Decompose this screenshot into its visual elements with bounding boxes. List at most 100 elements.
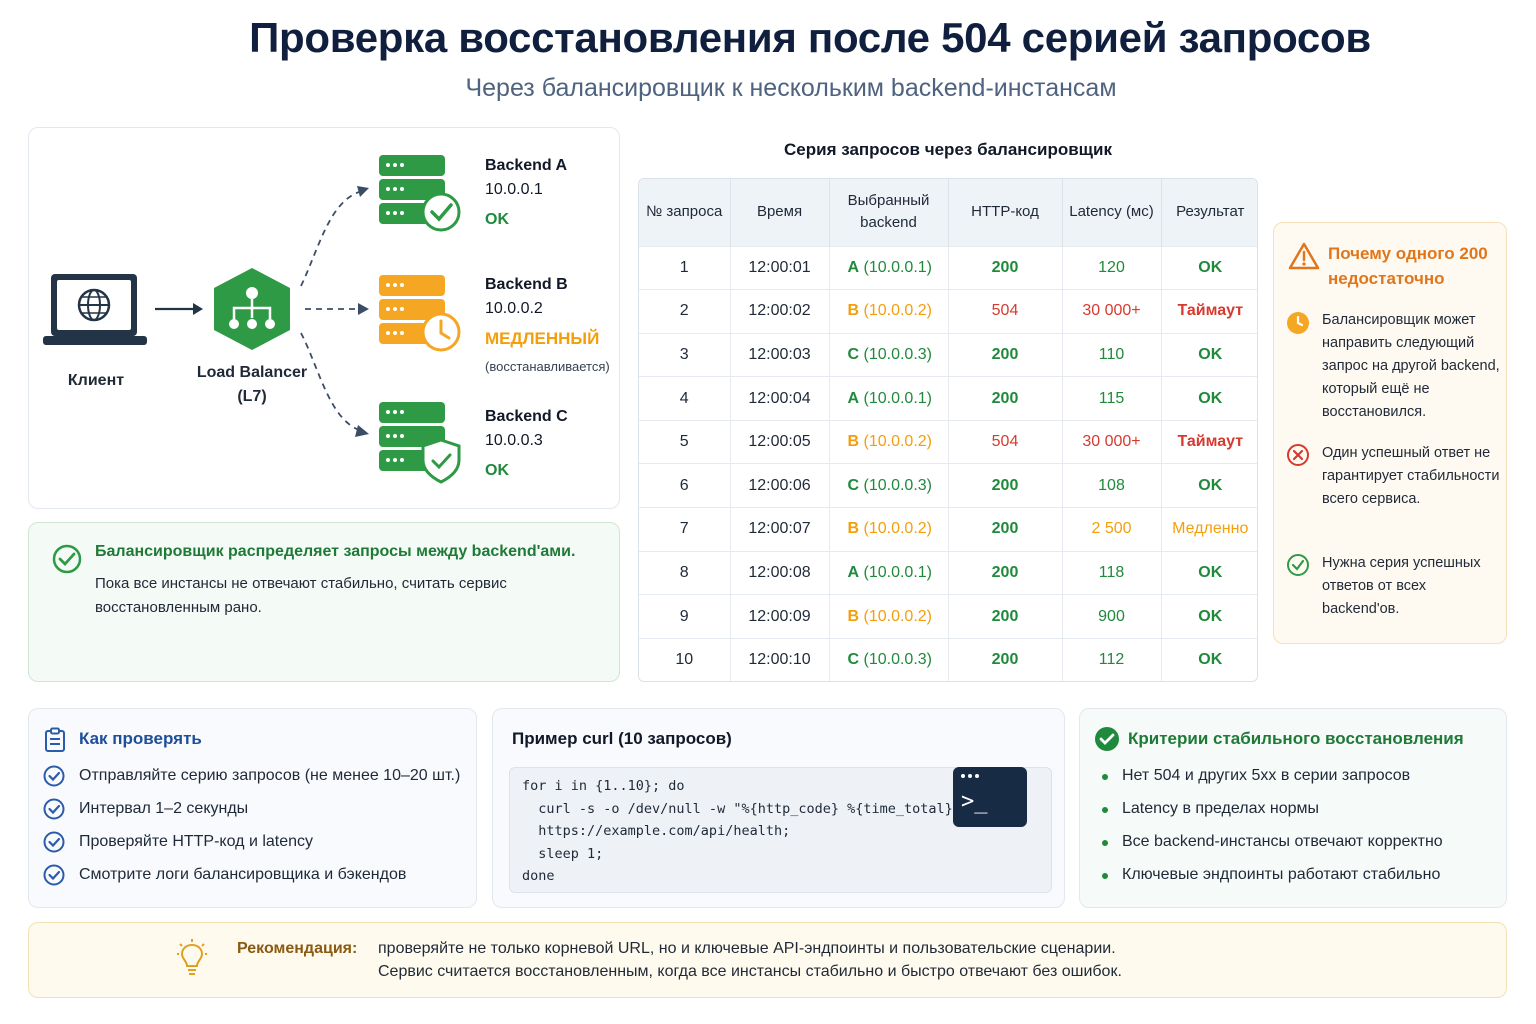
backend-cell: A (10.0.0.1) [829, 376, 949, 421]
how-item: Проверяйте HTTP-код и latency [79, 833, 314, 850]
latency-value: 118 [1062, 550, 1162, 595]
request-time: 12:00:03 [730, 332, 830, 377]
why-panel: Почему одного 200 недостаточно Балансиро… [1273, 222, 1507, 644]
table-row: 9 12:00:09 B (10.0.0.2) 200 900 OK [639, 594, 1257, 639]
check-circle-icon [1287, 554, 1309, 576]
backend-cell: B (10.0.0.2) [829, 289, 949, 334]
server-c-icon [379, 402, 461, 484]
backend-letter: A [847, 258, 860, 276]
recommendation-line-2: Сервис считается восстановленным, когда … [378, 963, 1122, 980]
backend-ip: (10.0.0.3) [863, 345, 932, 363]
check-circle-icon [43, 765, 65, 787]
criteria-card: Критерии стабильного восстановления Нет … [1079, 708, 1507, 908]
bullet-icon [1102, 807, 1108, 813]
code-line: curl -s -o /dev/null -w "%{http_code} %{… [522, 801, 986, 817]
request-number: 8 [639, 550, 731, 595]
why-item-2: Один успешный ответ не гарантирует стаби… [1322, 445, 1500, 507]
arrow-icon [155, 303, 203, 315]
latency-value: 30 000+ [1062, 419, 1162, 464]
lb-info-heading: Балансировщик распределяет запросы между… [95, 543, 576, 560]
terminal-icon: >_ [953, 767, 1027, 827]
clipboard-icon [45, 727, 65, 752]
code-line: sleep 1; [522, 846, 604, 862]
check-circle-icon [43, 831, 65, 853]
http-code: 504 [948, 419, 1063, 464]
column-header: Время [730, 179, 830, 246]
backend-c-ip: 10.0.0.3 [485, 432, 543, 449]
backend-letter: B [847, 607, 860, 625]
backend-ip: (10.0.0.2) [863, 302, 932, 320]
backend-b-name: Backend B [485, 276, 568, 293]
backend-letter: B [847, 520, 860, 538]
request-time: 12:00:04 [730, 376, 830, 421]
request-number: 3 [639, 332, 731, 377]
request-time: 12:00:07 [730, 507, 830, 552]
table-title: Серия запросов через балансировщик [784, 140, 1112, 159]
server-b-icon [379, 275, 461, 352]
backend-letter: A [847, 563, 860, 581]
latency-value: 115 [1062, 376, 1162, 421]
backend-cell: B (10.0.0.2) [829, 594, 949, 639]
latency-value: 108 [1062, 463, 1162, 508]
requests-table: № запроса Время Выбранный backend HTTP-код L… [638, 178, 1258, 682]
table-row: 5 12:00:05 B (10.0.0.2) 504 30 000+ Таймаут [639, 419, 1257, 464]
latency-value: 900 [1062, 594, 1162, 639]
bullet-icon [1102, 873, 1108, 879]
warning-icon [1288, 242, 1320, 270]
terminal-prompt: >_ [961, 789, 988, 814]
client-label: Клиент [67, 372, 125, 389]
backend-ip: (10.0.0.2) [863, 433, 932, 451]
http-code: 200 [948, 463, 1063, 508]
check-circle-icon [43, 864, 65, 886]
column-header: Выбранный backend [829, 179, 949, 246]
backend-a-status: OK [485, 211, 509, 228]
backend-c-name: Backend C [485, 408, 568, 425]
criteria-heading: Критерии стабильного восстановления [1128, 729, 1464, 748]
check-circle-icon [43, 798, 65, 820]
table-row: 1 12:00:01 A (10.0.0.1) 200 120 OK [639, 245, 1257, 290]
backend-ip: (10.0.0.1) [863, 563, 932, 581]
backend-letter: C [847, 651, 860, 669]
code-line: done [522, 868, 555, 884]
table-row: 8 12:00:08 A (10.0.0.1) 200 118 OK [639, 550, 1257, 595]
server-a-icon [379, 155, 461, 232]
http-code: 200 [948, 594, 1063, 639]
why-heading: Почему одного 200 недостаточно [1328, 244, 1488, 288]
backend-b-note: (восстанавливается) [485, 359, 610, 374]
result-value: Таймаут [1161, 289, 1257, 334]
page-title: Проверка восстановления после 504 серией… [249, 14, 1371, 61]
table-row: 2 12:00:02 B (10.0.0.2) 504 30 000+ Таймаут [639, 289, 1257, 334]
error-icon [1287, 444, 1309, 466]
how-item: Интервал 1–2 секунды [79, 800, 249, 817]
request-number: 9 [639, 594, 731, 639]
table-row: 6 12:00:06 C (10.0.0.3) 200 108 OK [639, 463, 1257, 508]
backend-letter: C [847, 476, 860, 494]
table-body: 1 12:00:01 A (10.0.0.1) 200 120 OK 2 12:00:02 B … [639, 245, 1257, 681]
why-item-3: Нужна серия успешных ответов от всех bac… [1322, 555, 1481, 617]
code-line: https://example.com/api/health; [522, 823, 791, 839]
request-time: 12:00:10 [730, 637, 830, 681]
request-time: 12:00:02 [730, 289, 830, 334]
result-value: OK [1161, 245, 1257, 290]
table-row: 4 12:00:04 A (10.0.0.1) 200 115 OK [639, 376, 1257, 421]
backend-letter: C [847, 345, 860, 363]
check-badge-icon [1095, 727, 1119, 751]
lb-info-box: Балансировщик распределяет запросы между… [28, 522, 620, 682]
backend-b-status: МЕДЛЕННЫЙ [485, 329, 600, 348]
request-number: 2 [639, 289, 731, 334]
result-value: OK [1161, 376, 1257, 421]
backend-cell: A (10.0.0.1) [829, 245, 949, 290]
result-value: OK [1161, 332, 1257, 377]
table-header-row: № запроса Время Выбранный backend HTTP-код L… [639, 179, 1257, 246]
backend-ip: (10.0.0.2) [863, 607, 932, 625]
backend-letter: B [847, 433, 860, 451]
http-code: 200 [948, 637, 1063, 681]
lb-label: Load Balancer [196, 364, 308, 381]
bullet-icon [1102, 840, 1108, 846]
backend-ip: (10.0.0.2) [863, 520, 932, 538]
backend-ip: (10.0.0.1) [863, 389, 932, 407]
backend-letter: B [847, 302, 860, 320]
recommendation-bar: Рекомендация: проверяйте не только корне… [28, 922, 1507, 998]
latency-value: 2 500 [1062, 507, 1162, 552]
latency-value: 112 [1062, 637, 1162, 681]
